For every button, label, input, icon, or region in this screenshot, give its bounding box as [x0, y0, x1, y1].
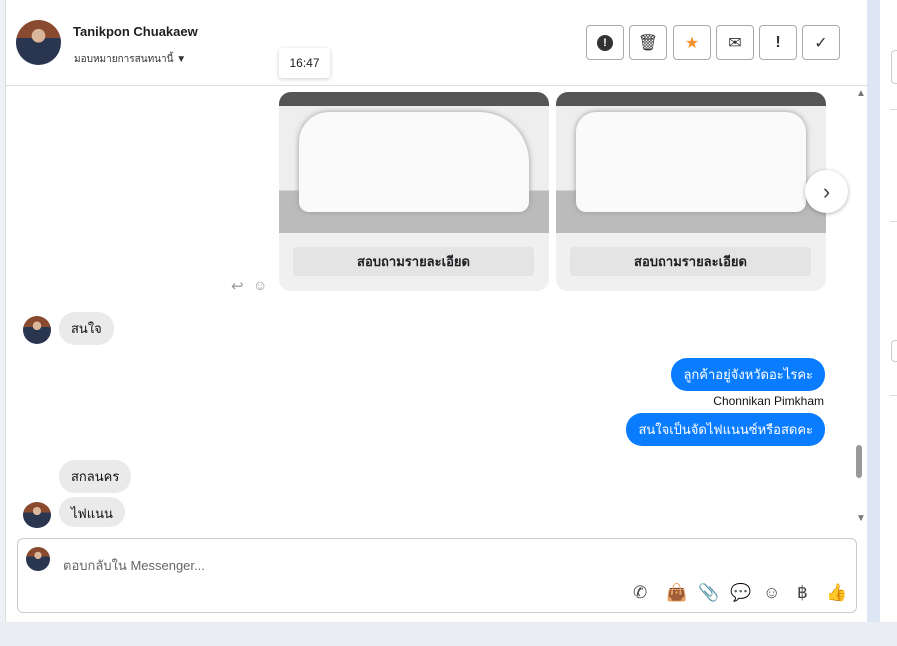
- thumbs-up-icon[interactable]: 👍: [826, 583, 847, 603]
- reply-input[interactable]: ตอบกลับใน Messenger...: [63, 555, 205, 576]
- window-bottom-bar: [0, 622, 897, 646]
- avatar[interactable]: [16, 20, 61, 65]
- product-card: สอบถามรายละเอียด: [279, 92, 549, 291]
- carousel-next-button[interactable]: ›: [805, 170, 848, 213]
- envelope-icon: ✉: [728, 34, 742, 52]
- delete-button[interactable]: 🗑: [629, 25, 667, 60]
- car-image: [279, 92, 549, 233]
- conversation-header: Tanikpon Chuakaew มอบหมายการสนทนานี้ ▼ !…: [6, 0, 868, 86]
- react-emoji-icon[interactable]: ☺: [253, 277, 267, 293]
- mark-unread-button[interactable]: ✉: [716, 25, 754, 60]
- avatar: [23, 316, 51, 344]
- spam-button[interactable]: !: [586, 25, 624, 60]
- reply-composer[interactable]: ตอบกลับใน Messenger... ✆ 👜 📎 💬 ☺ ฿ 👍: [17, 538, 857, 613]
- attachment-icon[interactable]: 📎: [698, 583, 719, 603]
- baht-icon[interactable]: ฿: [797, 583, 808, 603]
- car-image: [556, 92, 826, 233]
- message-bubble: สนใจเป็นจัดไฟแนนซ์หรือสดคะ: [626, 413, 825, 446]
- trash-icon: 🗑: [637, 34, 659, 52]
- page-avatar: [26, 547, 50, 571]
- done-button[interactable]: ✓: [802, 25, 840, 60]
- alert-circle-icon: !: [597, 34, 613, 51]
- star-button[interactable]: ★: [673, 25, 711, 60]
- avatar: [23, 502, 51, 528]
- conversation-panel: Tanikpon Chuakaew มอบหมายการสนทนานี้ ▼ !…: [5, 0, 868, 622]
- inquire-button[interactable]: สอบถามรายละเอียด: [570, 247, 811, 276]
- message-bubble: สกลนคร: [59, 460, 132, 493]
- call-add-icon[interactable]: ✆: [633, 583, 647, 603]
- shopping-bag-icon[interactable]: 👜: [666, 583, 687, 603]
- panel-divider: [867, 0, 880, 622]
- right-side-panel: [880, 0, 897, 622]
- check-icon: ✓: [814, 34, 828, 52]
- scroll-down-arrow[interactable]: ▼: [856, 513, 866, 524]
- timestamp-tooltip: 16:47: [279, 48, 330, 78]
- inquire-button[interactable]: สอบถามรายละเอียด: [293, 247, 534, 276]
- sender-name: Chonnikan Pimkham: [713, 394, 824, 408]
- saved-reply-icon[interactable]: 💬: [730, 583, 751, 603]
- product-card: สอบถามรายละเอียด: [556, 92, 826, 291]
- star-icon: ★: [684, 34, 700, 52]
- exclamation-icon: !: [775, 33, 781, 51]
- assign-conversation-dropdown[interactable]: มอบหมายการสนทนานี้ ▼: [74, 52, 186, 67]
- message-bubble: ลูกค้าอยู่จังหวัดอะไรคะ: [671, 358, 825, 391]
- scroll-up-arrow[interactable]: ▲: [856, 88, 866, 99]
- chevron-right-icon: ›: [822, 178, 831, 204]
- message-bubble: สนใจ: [59, 312, 114, 345]
- contact-name[interactable]: Tanikpon Chuakaew: [73, 24, 198, 39]
- emoji-icon[interactable]: ☺: [763, 583, 780, 603]
- important-button[interactable]: !: [759, 25, 797, 60]
- message-bubble: ไฟแนน: [59, 497, 125, 527]
- assign-label: มอบหมายการสนทนานี้: [74, 54, 174, 65]
- reply-icon[interactable]: ↩: [231, 277, 244, 295]
- caret-down-icon: ▼: [176, 54, 187, 65]
- scrollbar-thumb[interactable]: [856, 445, 862, 478]
